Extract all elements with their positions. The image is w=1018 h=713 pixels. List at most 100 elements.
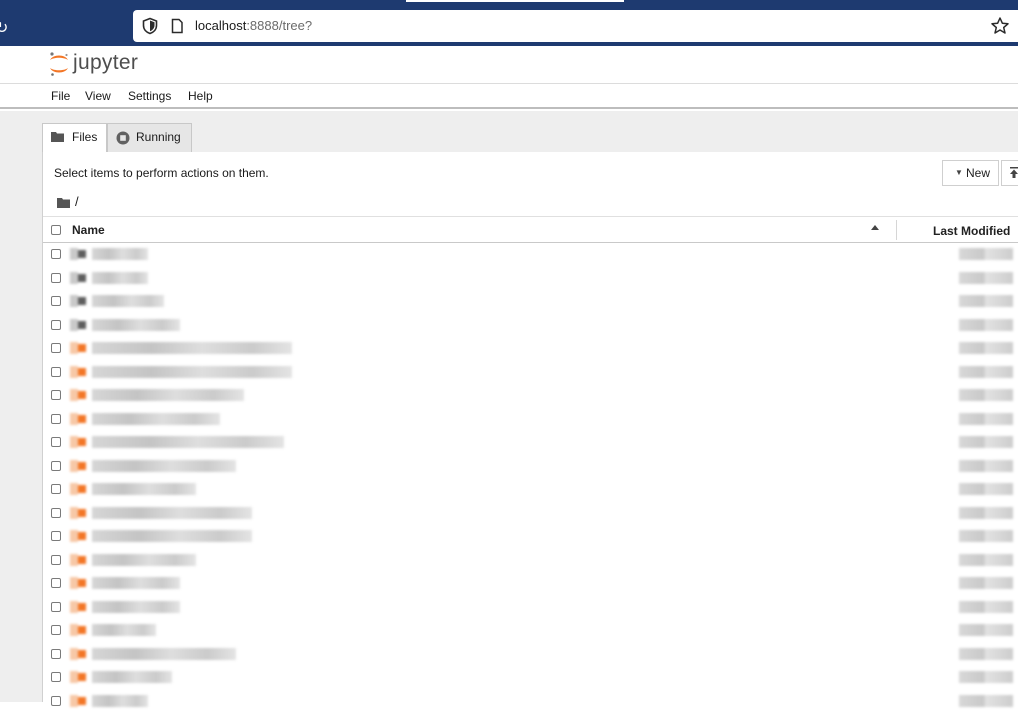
file-last-modified <box>959 695 1013 707</box>
folder-icon <box>70 319 86 331</box>
file-name[interactable] <box>92 624 156 636</box>
row-checkbox[interactable] <box>51 273 61 283</box>
file-name[interactable] <box>92 530 252 542</box>
tab-running[interactable]: Running <box>107 123 192 152</box>
file-name[interactable] <box>92 554 196 566</box>
file-row[interactable] <box>43 408 1018 432</box>
file-name[interactable] <box>92 577 180 589</box>
file-name[interactable] <box>92 413 220 425</box>
jupyter-logo-icon[interactable] <box>48 51 70 77</box>
column-name[interactable]: Name <box>72 223 105 237</box>
file-name[interactable] <box>92 436 284 448</box>
address-bar[interactable]: localhost:8888/tree? <box>133 10 1018 42</box>
row-checkbox[interactable] <box>51 343 61 353</box>
breadcrumb-root[interactable]: / <box>75 194 79 210</box>
file-name[interactable] <box>92 460 236 472</box>
row-checkbox[interactable] <box>51 531 61 541</box>
reload-icon[interactable]: ↻ <box>0 18 15 38</box>
file-name[interactable] <box>92 601 180 613</box>
file-last-modified <box>959 483 1013 495</box>
row-checkbox[interactable] <box>51 367 61 377</box>
url-path: :8888/tree? <box>246 18 312 33</box>
row-checkbox[interactable] <box>51 390 61 400</box>
file-name[interactable] <box>92 366 292 378</box>
notebook-icon <box>70 695 86 707</box>
url-host: localhost <box>195 18 246 33</box>
file-row[interactable] <box>43 572 1018 596</box>
notebook-icon <box>70 554 86 566</box>
file-row[interactable] <box>43 267 1018 291</box>
row-checkbox[interactable] <box>51 555 61 565</box>
row-checkbox[interactable] <box>51 625 61 635</box>
row-checkbox[interactable] <box>51 602 61 612</box>
file-row[interactable] <box>43 314 1018 338</box>
file-name[interactable] <box>92 389 244 401</box>
file-row[interactable] <box>43 596 1018 620</box>
shield-icon[interactable] <box>141 17 159 35</box>
tab-files[interactable]: Files <box>42 123 107 153</box>
row-checkbox[interactable] <box>51 649 61 659</box>
column-divider[interactable] <box>896 220 897 240</box>
file-name[interactable] <box>92 272 148 284</box>
new-button[interactable]: ▼ New <box>942 160 999 186</box>
file-name[interactable] <box>92 295 164 307</box>
file-name[interactable] <box>92 648 236 660</box>
url-text[interactable]: localhost:8888/tree? <box>195 18 312 34</box>
menu-settings[interactable]: Settings <box>128 88 171 104</box>
row-checkbox[interactable] <box>51 484 61 494</box>
folder-icon <box>51 131 64 142</box>
file-name[interactable] <box>92 695 148 707</box>
page-info-icon[interactable] <box>169 18 185 34</box>
row-checkbox[interactable] <box>51 672 61 682</box>
jupyter-brand-text[interactable]: jupyter <box>73 50 138 76</box>
row-checkbox[interactable] <box>51 461 61 471</box>
menu-bar: File View Settings Help <box>0 84 1018 109</box>
file-last-modified <box>959 342 1013 354</box>
file-row[interactable] <box>43 690 1018 713</box>
row-checkbox[interactable] <box>51 414 61 424</box>
file-row[interactable] <box>43 337 1018 361</box>
menu-view[interactable]: View <box>85 88 111 104</box>
file-name[interactable] <box>92 342 292 354</box>
row-checkbox[interactable] <box>51 578 61 588</box>
menu-file[interactable]: File <box>51 88 70 104</box>
row-checkbox[interactable] <box>51 296 61 306</box>
browser-toolbar: ↻ localhost:8888/tree? <box>0 8 1018 46</box>
file-row[interactable] <box>43 525 1018 549</box>
upload-button[interactable] <box>1001 160 1018 186</box>
column-last-modified[interactable]: Last Modified <box>933 224 1010 238</box>
home-folder-icon[interactable] <box>57 197 70 208</box>
row-checkbox[interactable] <box>51 437 61 447</box>
file-row[interactable] <box>43 243 1018 267</box>
file-name[interactable] <box>92 319 180 331</box>
row-checkbox[interactable] <box>51 320 61 330</box>
file-row[interactable] <box>43 384 1018 408</box>
file-row[interactable] <box>43 431 1018 455</box>
file-row[interactable] <box>43 290 1018 314</box>
file-name[interactable] <box>92 248 148 260</box>
file-row[interactable] <box>43 619 1018 643</box>
active-tab-indicator[interactable] <box>406 0 624 2</box>
file-name[interactable] <box>92 507 252 519</box>
file-row[interactable] <box>43 455 1018 479</box>
file-name[interactable] <box>92 483 196 495</box>
file-row[interactable] <box>43 666 1018 690</box>
row-checkbox[interactable] <box>51 249 61 259</box>
sort-ascending-icon[interactable] <box>871 225 879 230</box>
row-checkbox[interactable] <box>51 696 61 706</box>
file-row[interactable] <box>43 549 1018 573</box>
file-row[interactable] <box>43 361 1018 385</box>
file-row[interactable] <box>43 502 1018 526</box>
file-row[interactable] <box>43 643 1018 667</box>
file-last-modified <box>959 319 1013 331</box>
menu-help[interactable]: Help <box>188 88 213 104</box>
row-checkbox[interactable] <box>51 508 61 518</box>
file-last-modified <box>959 248 1013 260</box>
file-name[interactable] <box>92 671 172 683</box>
file-row[interactable] <box>43 478 1018 502</box>
bookmark-star-icon[interactable] <box>990 16 1010 36</box>
notebook-icon <box>70 366 86 378</box>
selection-hint: Select items to perform actions on them. <box>54 165 269 181</box>
notebook-icon <box>70 389 86 401</box>
select-all-checkbox[interactable] <box>51 225 61 235</box>
